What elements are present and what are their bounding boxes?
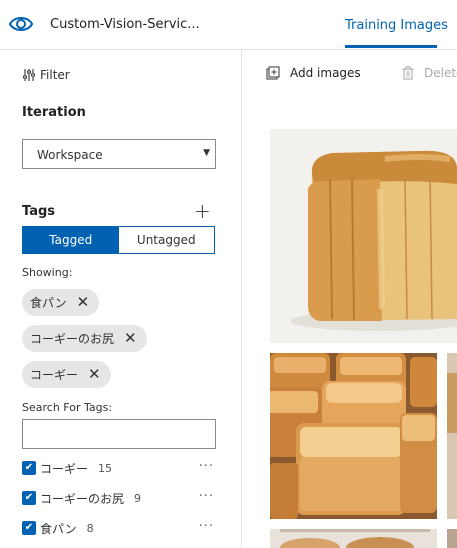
close-icon[interactable]: ✕ [124, 331, 137, 346]
more-options-icon[interactable]: ··· [199, 489, 214, 504]
tag-name: コーギーのお尻 [40, 491, 125, 506]
training-image-thumbnail[interactable] [270, 529, 437, 548]
bread-bottom-partial-image [447, 529, 457, 548]
tag-count: 8 [86, 521, 94, 535]
tag-count: 15 [98, 461, 113, 475]
active-tab-underline [345, 45, 437, 48]
more-options-icon[interactable]: ··· [199, 519, 214, 534]
add-image-icon [266, 66, 280, 80]
close-icon[interactable]: ✕ [77, 295, 90, 310]
checkbox-checked-icon[interactable]: ✔ [22, 521, 36, 535]
eye-icon[interactable] [8, 12, 34, 36]
bread-loaf-image [270, 129, 457, 343]
filter-chip: コーギー ✕ [22, 361, 111, 388]
chevron-down-icon: ▼ [203, 148, 210, 158]
filter-icon [23, 69, 35, 81]
tag-name: 食パン [40, 521, 77, 536]
training-image-thumbnail[interactable] [447, 529, 457, 548]
filter-label: Filter [40, 68, 70, 82]
more-options-icon[interactable]: ··· [199, 459, 214, 474]
bread-partial-image [447, 353, 457, 519]
iteration-title: Iteration [22, 105, 86, 120]
bread-cubes-image [270, 353, 437, 519]
add-images-label: Add images [290, 66, 361, 80]
close-icon[interactable]: ✕ [88, 367, 101, 382]
tag-list-item[interactable]: ✔ コーギーのお尻 9 ··· [22, 488, 216, 508]
filter-chip: 食パン ✕ [22, 289, 100, 316]
training-image-thumbnail[interactable] [270, 129, 457, 343]
top-bar: Custom-Vision-Servic... Training Images [0, 0, 457, 50]
tags-title: Tags [22, 204, 56, 219]
chip-label: コーギー [30, 368, 79, 382]
add-tag-icon[interactable]: + [194, 201, 211, 221]
tag-count: 9 [134, 491, 142, 505]
checkbox-checked-icon[interactable]: ✔ [22, 491, 36, 505]
training-image-thumbnail[interactable] [447, 353, 457, 519]
delete-label: Delete [424, 66, 457, 80]
tag-list-item[interactable]: ✔ 食パン 8 ··· [22, 518, 216, 538]
checkbox-checked-icon[interactable]: ✔ [22, 461, 36, 475]
tag-list-item[interactable]: ✔ コーギー 15 ··· [22, 458, 216, 478]
add-images-button[interactable]: Add images [266, 66, 361, 80]
bread-bottom-image [270, 529, 437, 548]
tag-name: コーギー [40, 461, 89, 476]
filter-chip: コーギーのお尻 ✕ [22, 325, 147, 352]
showing-label: Showing: [22, 266, 73, 279]
project-name[interactable]: Custom-Vision-Servic... [50, 17, 200, 32]
tagged-toggle: Tagged Untagged [22, 226, 215, 254]
tagged-option[interactable]: Tagged [23, 227, 119, 253]
tab-training-images[interactable]: Training Images [345, 18, 448, 33]
untagged-option[interactable]: Untagged [118, 227, 214, 253]
delete-button[interactable]: Delete [402, 66, 457, 80]
sidebar: Filter Iteration Workspace ▼ Tags + Tagg… [0, 50, 242, 548]
chip-label: 食パン [30, 296, 67, 310]
iteration-value: Workspace [37, 148, 103, 162]
training-image-thumbnail[interactable] [270, 353, 437, 519]
search-tags-label: Search For Tags: [22, 401, 113, 414]
iteration-select[interactable]: Workspace ▼ [22, 139, 216, 169]
trash-icon [402, 66, 414, 80]
chip-label: コーギーのお尻 [30, 332, 115, 346]
filter-button[interactable]: Filter [22, 68, 70, 82]
search-tags-input[interactable] [22, 419, 216, 449]
